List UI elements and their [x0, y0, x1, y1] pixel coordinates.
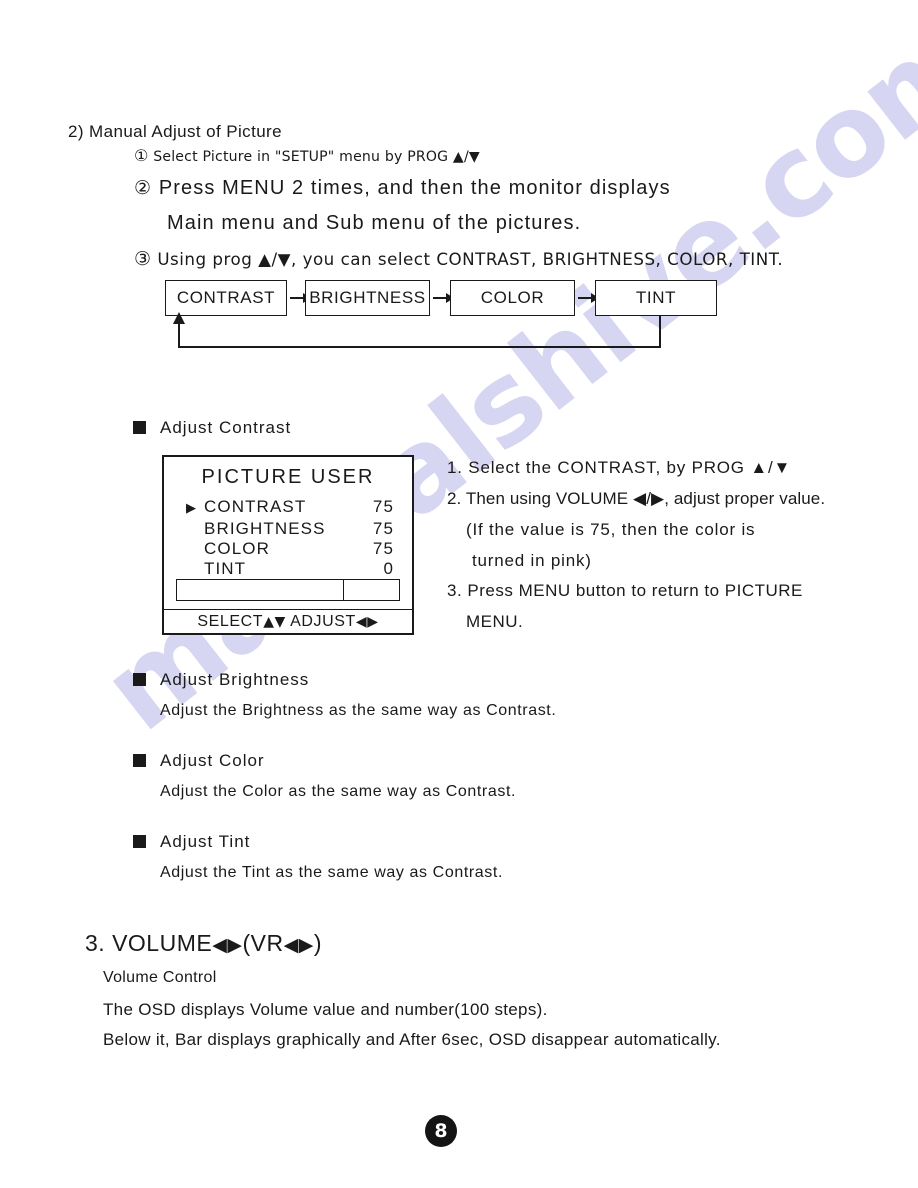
- osd-value-brightness: 75: [372, 519, 394, 538]
- osd-value-contrast: 75: [372, 497, 394, 516]
- flow-box-tint: TINT: [595, 280, 717, 316]
- osd-label-brightness: BRIGHTNESS: [204, 519, 326, 538]
- flow-loop-up-segment: [178, 324, 180, 348]
- step-text-1: Select Picture in "SETUP" menu by PROG ▲…: [153, 149, 480, 165]
- flow-loop-arrowhead-icon: [173, 312, 185, 324]
- osd-label-tint: TINT: [204, 559, 247, 578]
- osd-level-bar-fill: [177, 580, 344, 600]
- bullet-square-icon-brightness: [133, 673, 146, 686]
- osd-value-tint: 0: [383, 559, 394, 578]
- osd-footer-select-label: SELECT: [197, 613, 264, 630]
- step-marker-2: ②: [134, 177, 153, 199]
- osd-row-tint[interactable]: TINT 0: [186, 559, 394, 579]
- osd-divider: [164, 609, 412, 610]
- bullet-body-adjust-tint: Adjust the Tint as the same way as Contr…: [160, 864, 503, 881]
- instruction-line-1: 1. Select the CONTRAST, by PROG ▲/▼: [447, 458, 792, 477]
- flowchart: CONTRAST BRIGHTNESS COLOR TINT: [150, 280, 750, 360]
- volume-subtitle: Volume Control: [103, 969, 217, 986]
- step-marker-3: ③: [134, 248, 152, 270]
- flow-loop-down-segment: [659, 316, 661, 348]
- volume-paren-close: ): [313, 930, 322, 956]
- volume-line-1: The OSD displays Volume value and number…: [103, 1000, 548, 1019]
- volume-section-title: VOLUME: [112, 930, 213, 956]
- flow-box-color: COLOR: [450, 280, 575, 316]
- osd-label-color: COLOR: [204, 539, 270, 558]
- instruction-line-4: turned in pink): [472, 551, 592, 570]
- instruction-line-5: 3. Press MENU button to return to PICTUR…: [447, 581, 803, 600]
- volume-left-right-icon-1: ◀▶: [212, 934, 243, 956]
- instruction-line-6: MENU.: [466, 612, 524, 631]
- volume-paren-open: (VR: [242, 930, 284, 956]
- osd-row-color[interactable]: COLOR 75: [186, 539, 394, 559]
- osd-footer-select-glyphs-icon: ▲▼: [263, 614, 286, 630]
- volume-section-number: 3.: [85, 930, 106, 956]
- volume-section-heading: 3. VOLUME◀▶(VR◀▶): [85, 930, 322, 957]
- step-text-3: Using prog ▲/▼, you can select CONTRAST,…: [157, 249, 784, 269]
- section-title: Manual Adjust of Picture: [89, 122, 282, 141]
- document-page: 2) Manual Adjust of Picture ① Select Pic…: [0, 0, 918, 1188]
- step-item-1: ① Select Picture in "SETUP" menu by PROG…: [134, 146, 480, 166]
- flow-loop-horizontal-segment: [178, 346, 661, 348]
- bullet-heading-adjust-color: Adjust Color: [160, 751, 265, 770]
- bullet-square-icon-contrast: [133, 421, 146, 434]
- bullet-heading-adjust-brightness: Adjust Brightness: [160, 670, 310, 689]
- step-item-2: ② Press MENU 2 times, and then the monit…: [134, 177, 671, 200]
- step-item-2-cont: Main menu and Sub menu of the pictures.: [167, 212, 581, 235]
- page-number-badge: 8: [425, 1115, 457, 1147]
- flow-box-brightness: BRIGHTNESS: [305, 280, 430, 316]
- osd-title: PICTURE USER: [201, 466, 375, 488]
- bullet-square-icon-color: [133, 754, 146, 767]
- step-text-2-cont: Main menu and Sub menu of the pictures.: [167, 212, 582, 234]
- osd-row-contrast[interactable]: ▶ CONTRAST 75: [186, 497, 394, 519]
- osd-level-bar[interactable]: [176, 579, 400, 601]
- step-text-2: Press MENU 2 times, and then the monitor…: [158, 177, 671, 199]
- osd-panel: PICTURE USER ▶ CONTRAST 75 BRIGHTNESS 75…: [162, 455, 414, 635]
- step-marker-1: ①: [134, 146, 149, 165]
- volume-line-2: Below it, Bar displays graphically and A…: [103, 1030, 721, 1049]
- section-number: 2): [68, 122, 84, 141]
- osd-footer: SELECT▲▼ ADJUST◀▶: [164, 613, 412, 631]
- bullet-body-adjust-brightness: Adjust the Brightness as the same way as…: [160, 702, 557, 719]
- osd-cursor-icon: ▶: [186, 501, 198, 516]
- bullet-body-adjust-color: Adjust the Color as the same way as Cont…: [160, 783, 517, 800]
- osd-row-brightness[interactable]: BRIGHTNESS 75: [186, 519, 394, 539]
- bullet-square-icon-tint: [133, 835, 146, 848]
- osd-row-list: ▶ CONTRAST 75 BRIGHTNESS 75 COLOR 75 TIN…: [164, 497, 412, 579]
- instruction-line-3: (If the value is 75, then the color is: [466, 520, 756, 539]
- osd-footer-adjust-glyphs-icon: ◀▶: [355, 614, 379, 630]
- bullet-heading-adjust-tint: Adjust Tint: [160, 832, 251, 851]
- osd-value-color: 75: [372, 539, 394, 558]
- instruction-line-2: 2. Then using VOLUME ◀/▶, adjust proper …: [447, 489, 826, 508]
- osd-footer-adjust-label: ADJUST: [290, 613, 356, 630]
- flow-box-contrast: CONTRAST: [165, 280, 287, 316]
- osd-label-contrast: CONTRAST: [204, 497, 307, 516]
- volume-left-right-icon-2: ◀▶: [283, 934, 314, 956]
- bullet-heading-adjust-contrast: Adjust Contrast: [160, 418, 292, 437]
- section-heading: 2) Manual Adjust of Picture: [68, 122, 282, 142]
- step-item-3: ③ Using prog ▲/▼, you can select CONTRAS…: [134, 248, 783, 271]
